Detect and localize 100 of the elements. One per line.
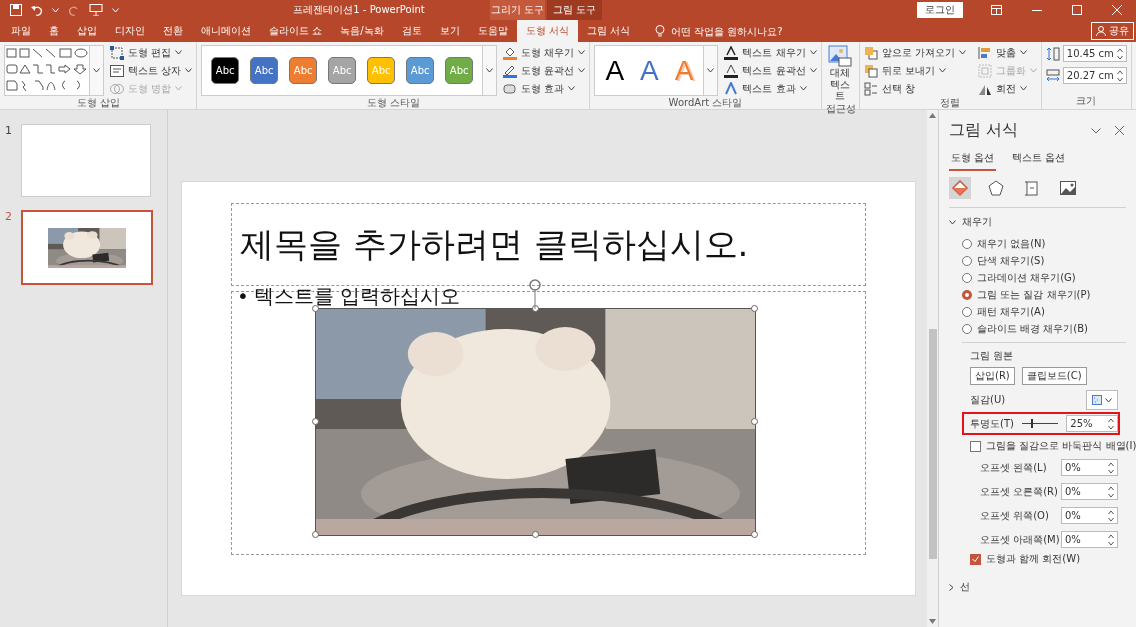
ribbon-command[interactable]: 맞춤 [977,45,1037,60]
ribbon-tab[interactable]: 도움말 [468,20,517,42]
ribbon-tab[interactable]: 보기 [430,20,469,42]
texture-icon [1092,395,1102,405]
scroll-up-icon[interactable] [929,113,936,118]
ribbon-command[interactable]: 앞으로 가져오기 [863,45,966,60]
radio-option[interactable]: 그림 또는 질감 채우기(P) [962,288,1126,302]
ribbon-tab[interactable]: 그림 서식 [577,20,639,42]
checkbox[interactable] [970,440,981,452]
radio-option[interactable]: 단색 채우기(S) [962,254,1126,268]
spin-field[interactable]: 0% [1061,507,1118,524]
field-label: 오프셋 아래쪽(M) [980,532,1060,547]
resize-handle[interactable] [531,531,539,538]
rotate-handle-icon[interactable] [528,278,542,309]
ribbon-command[interactable]: 텍스트 채우기 [724,45,817,60]
ribbon-command[interactable]: 도형 윤곽선 [503,63,586,78]
save-icon[interactable] [10,4,22,16]
radio-option[interactable]: 슬라이드 배경 채우기(B) [962,322,1126,336]
maximize-icon[interactable] [1072,5,1082,15]
ribbon-command[interactable]: 도형 편집 [110,45,193,60]
radio-button[interactable] [962,307,972,317]
ribbon-tab[interactable]: 녹음/녹화 [331,20,393,42]
ribbon-tab[interactable]: 슬라이드 쇼 [260,20,332,42]
ribbon-tab[interactable]: 삽입 [68,20,106,42]
ribbon-command[interactable]: 회전 [977,81,1037,96]
caret-icon [578,68,586,73]
chevron-down-icon[interactable] [1091,127,1101,134]
slider-thumb[interactable] [1030,419,1033,428]
ribbon-command[interactable]: 텍스트 윤곽선 [724,63,817,78]
wordart-style[interactable]: A [640,56,659,85]
radio-option[interactable]: 그라데이션 채우기(G) [962,271,1126,285]
ribbon-tab[interactable]: 디자인 [106,20,154,42]
radio-option[interactable]: 패턴 채우기(A) [962,305,1126,319]
style-swatch[interactable]: Abc [250,57,279,84]
group-icon [977,63,992,78]
person-icon [1096,26,1106,36]
section-header[interactable]: 선 [949,580,970,594]
resize-handle[interactable] [751,418,758,425]
ribbon-tab[interactable]: 홈 [40,20,68,42]
checkbox[interactable] [970,553,981,565]
ribbon-command[interactable]: 도형 채우기 [503,45,586,60]
slide-thumbnail[interactable] [21,210,153,285]
ribbon-tab[interactable]: 전환 [154,20,192,42]
source-button[interactable]: 삽입(R) [970,367,1015,385]
share-button[interactable]: 공유 [1091,22,1134,40]
ribbon-tab[interactable]: 파일 [2,20,40,42]
spin-field[interactable]: 0% [1061,459,1118,476]
redo-icon[interactable] [68,4,80,16]
caret-icon [1019,50,1027,55]
alt-text-button[interactable]: 대체 텍스트 [825,45,855,102]
spin-field[interactable]: 0% [1061,483,1118,500]
spin-field[interactable]: 0% [1061,531,1118,548]
tell-me-field[interactable]: 어떤 작업을 원하시나요? [670,25,811,37]
ribbon-tab[interactable]: 도형 서식 [516,20,578,42]
ribbon-command[interactable]: 뒤로 보내기 [863,63,966,78]
presentation-icon[interactable] [89,4,103,16]
resize-handle[interactable] [312,531,319,538]
resize-handle[interactable] [531,305,539,312]
radio-button[interactable] [962,273,972,283]
caret-icon [1105,397,1112,403]
radio-button[interactable] [962,239,972,249]
pane-tab[interactable]: 텍스트 옵션 [1010,151,1068,171]
scroll-down-icon[interactable] [929,619,936,624]
login-button[interactable]: 로그인 [917,2,963,18]
ribbon-command[interactable]: 텍스트 효과 [724,81,817,96]
pentagon-icon [988,180,1004,196]
ribbon-display-icon[interactable] [991,5,1002,15]
style-swatch[interactable]: Abc [211,57,240,84]
resize-handle[interactable] [312,418,319,425]
pane-icon-tab[interactable] [949,177,971,199]
pencil-icon [503,63,518,78]
undo-icon[interactable] [31,4,43,16]
ribbon-tab[interactable]: 검토 [392,20,431,42]
ribbon-command[interactable]: 선택 창 [863,81,966,96]
ribbon-tab[interactable]: 애니메이션 [192,20,260,42]
resize-handle[interactable] [751,305,758,312]
section-header[interactable]: 채우기 [949,215,992,229]
resize-handle[interactable] [312,305,319,312]
radio-option[interactable]: 채우기 없음(N) [962,237,1126,251]
wordart-style[interactable]: A [605,56,625,85]
slide-thumbnail[interactable] [21,124,151,197]
radio-button[interactable] [962,324,972,334]
ribbon-command[interactable]: 도형 효과 [503,81,586,96]
radio-button[interactable] [962,290,972,300]
vertical-scrollbar[interactable] [927,110,938,627]
spin-field[interactable]: 25% [1066,415,1118,432]
field-label: 오프셋 오른쪽(R) [980,484,1058,499]
title-placeholder[interactable]: 제목을 추가하려면 클릭하십시오. [231,203,866,286]
edit-shape-icon [110,45,124,60]
pane-tab[interactable]: 도형 옵션 [949,151,997,171]
spin-arrows-icon [1108,485,1114,498]
ribbon-command[interactable]: 텍스트 상자 [110,63,193,78]
source-button[interactable]: 클립보드(C) [1021,367,1087,385]
merge-shapes-icon [110,81,124,96]
close-icon[interactable] [1115,126,1124,135]
size-field[interactable]: 20.27 cm [1062,67,1127,84]
resize-handle[interactable] [751,531,758,538]
size-field[interactable]: 10.45 cm [1062,45,1127,62]
texture-dropdown[interactable] [1086,390,1118,410]
radio-button[interactable] [962,256,972,266]
